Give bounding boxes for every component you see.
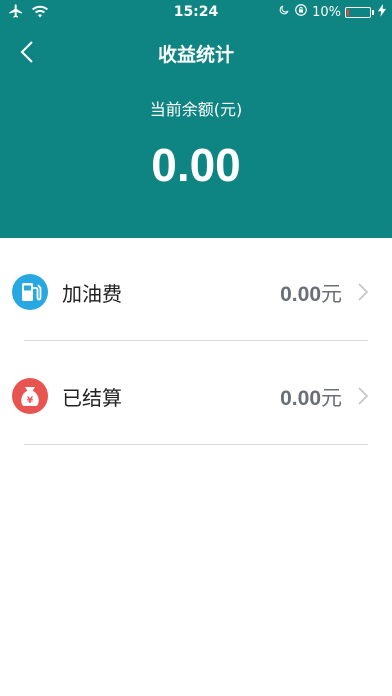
header: 15:24 10% 收益统计 当前余额(元) 0.00: [0, 0, 392, 238]
row-label: 已结算: [62, 386, 122, 410]
list-item-settled[interactable]: ¥ 已结算 0.00元: [0, 344, 392, 444]
amount-unit: 元: [321, 386, 342, 410]
row-label: 加油费: [62, 282, 122, 306]
fuel-pump-icon: [12, 274, 48, 310]
svg-text:¥: ¥: [27, 396, 34, 406]
page-title: 收益统计: [157, 44, 234, 66]
battery-percent: 10%: [312, 4, 341, 20]
amount-value: 0.00: [280, 387, 321, 410]
divider: [24, 340, 368, 341]
list-item-fuel-fee[interactable]: 加油费 0.00元: [0, 240, 392, 340]
divider: [24, 444, 368, 445]
charging-icon: [378, 3, 386, 21]
moon-icon: [278, 4, 290, 20]
row-amount: 0.00元: [280, 278, 342, 308]
row-amount: 0.00元: [280, 382, 342, 412]
status-bar: 15:24 10%: [0, 0, 392, 26]
money-bag-icon: ¥: [12, 378, 48, 414]
rotation-lock-icon: [294, 3, 308, 21]
battery-icon: [345, 6, 371, 18]
amount-unit: 元: [321, 282, 342, 306]
chevron-right-icon: [358, 283, 369, 301]
chevron-right-icon: [358, 387, 369, 405]
balance-label: 当前余额(元): [149, 100, 243, 119]
amount-value: 0.00: [280, 283, 321, 306]
balance-value: 0.00: [151, 139, 241, 191]
